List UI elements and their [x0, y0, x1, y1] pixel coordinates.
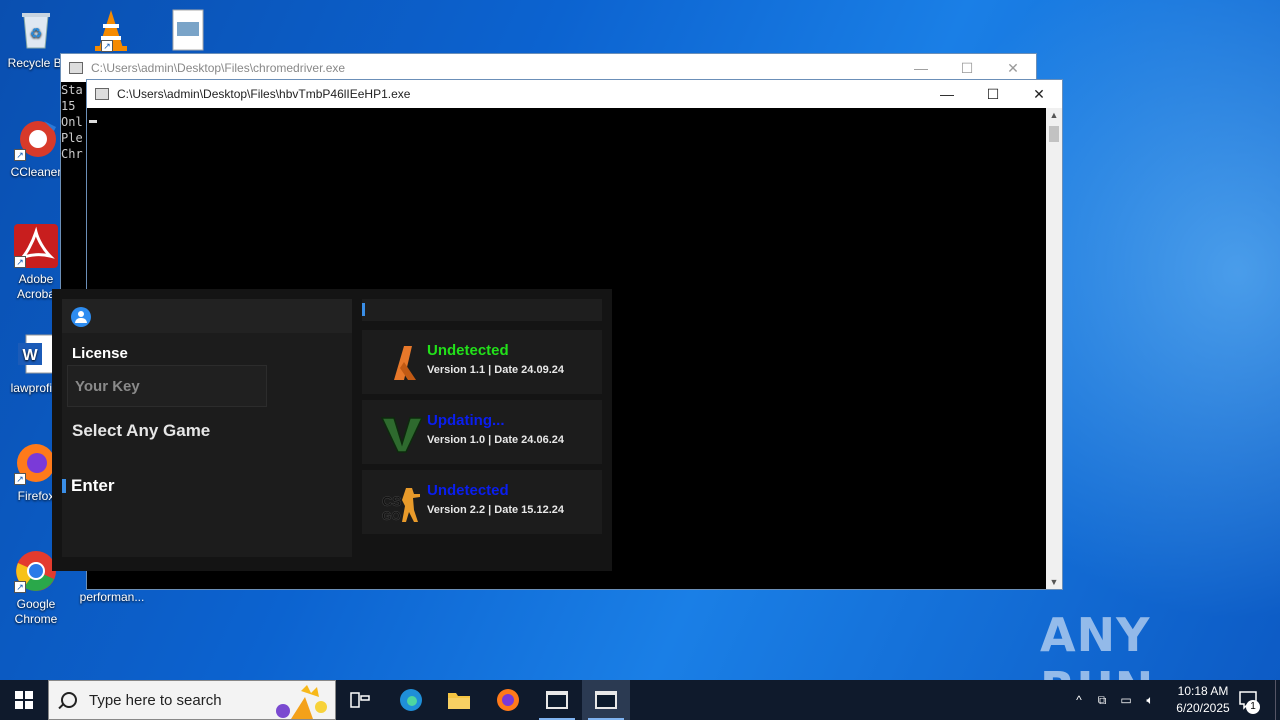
ccleaner-icon: ↗: [14, 117, 58, 161]
show-desktop-button[interactable]: [1275, 680, 1280, 720]
taskbar-console-1[interactable]: [533, 680, 581, 720]
game-card-gta-v[interactable]: Updating... Version 1.0 | Date 24.06.24: [362, 400, 602, 464]
search-icon: [61, 692, 77, 708]
shortcut-arrow-icon: ↗: [14, 473, 26, 485]
game-version: Version 1.0 | Date 24.06.24: [427, 434, 564, 446]
svg-text:CS: CS: [382, 493, 401, 509]
vertical-scrollbar[interactable]: ▲ ▼: [1046, 108, 1062, 589]
scroll-down-arrow-icon[interactable]: ▼: [1046, 575, 1062, 589]
system-tray: ^ ⧉ ▭ 🔈︎: [1068, 680, 1162, 720]
adobe-acrobat-icon: ↗: [14, 224, 58, 268]
maximize-button[interactable]: ☐: [944, 54, 990, 82]
recycle-bin-icon: ♻: [14, 8, 58, 52]
windows-logo-icon: [15, 691, 33, 709]
window-titlebar[interactable]: C:\Users\admin\Desktop\Files\chromedrive…: [61, 54, 1036, 82]
vlc-icon: ↗: [89, 8, 133, 52]
game-version: Version 1.1 | Date 24.09.24: [427, 364, 564, 376]
window-title: C:\Users\admin\Desktop\Files\hbvTmbP46lI…: [117, 87, 411, 101]
panel-header: [362, 299, 602, 321]
notification-center-button[interactable]: 1: [1228, 680, 1268, 720]
desktop-icon-label-line1: Google: [16, 597, 56, 611]
start-button[interactable]: [0, 680, 48, 720]
panel-header: [62, 299, 352, 333]
scrollbar-thumb[interactable]: [1049, 126, 1059, 142]
image-file-icon: [165, 8, 209, 52]
console-line: Onl: [61, 115, 83, 129]
enter-button[interactable]: Enter: [62, 475, 114, 497]
console-line: Sta: [61, 83, 83, 97]
console-line: Chr: [61, 147, 83, 161]
firefox-icon: [497, 689, 519, 711]
enter-button-label: Enter: [71, 476, 115, 495]
task-view-icon: [350, 692, 370, 708]
taskbar-file-explorer[interactable]: [435, 680, 483, 720]
shortcut-arrow-icon: ↗: [14, 581, 26, 593]
shortcut-arrow-icon: ↗: [101, 40, 113, 52]
svg-text:♻: ♻: [30, 25, 43, 41]
user-icon[interactable]: [71, 307, 91, 327]
taskbar-search-box[interactable]: Type here to search: [48, 680, 336, 720]
game-card-csgo[interactable]: CS GO Undetected Version 2.2 | Date 15.12…: [362, 470, 602, 534]
game-card-fortnite[interactable]: Undetected Version 1.1 | Date 24.09.24: [362, 330, 602, 394]
taskbar: Type here to search ^ ⧉ ▭ 🔈︎ 10:18 AM 6/…: [0, 680, 1280, 720]
console-output: Sta 15 Onl Ple Chr: [61, 82, 83, 162]
desktop-icon-performance[interactable]: performan...: [76, 590, 148, 605]
console-app-icon: [69, 62, 83, 74]
shortcut-arrow-icon: ↗: [14, 256, 26, 268]
license-key-input[interactable]: [67, 365, 267, 407]
fortnite-icon: [380, 340, 424, 384]
gta-v-icon: [380, 410, 424, 454]
console-line: 15: [61, 99, 76, 113]
accent-bar: [362, 303, 365, 316]
desktop-icon-vlc[interactable]: ↗: [76, 8, 146, 56]
maximize-button[interactable]: ☐: [970, 80, 1016, 108]
notification-badge: 1: [1246, 700, 1260, 714]
license-label: License: [72, 345, 128, 362]
desktop-icon-image-file[interactable]: [152, 8, 222, 56]
chevron-up-icon[interactable]: ^: [1068, 693, 1090, 707]
volume-icon[interactable]: 🔈︎: [1138, 693, 1162, 708]
console-line: Ple: [61, 131, 83, 145]
desktop-icon-label-line2: Chrome: [14, 612, 58, 626]
onedrive-icon[interactable]: ⧉: [1090, 693, 1114, 708]
network-icon[interactable]: ▭: [1114, 693, 1138, 707]
close-button[interactable]: ✕: [1016, 80, 1062, 108]
svg-text:W: W: [22, 347, 38, 364]
game-status: Updating...: [427, 412, 505, 429]
console-app-icon: [546, 691, 568, 709]
edge-icon: [400, 689, 422, 711]
game-status: Undetected: [427, 482, 509, 499]
scroll-up-arrow-icon[interactable]: ▲: [1046, 108, 1062, 122]
search-highlight-image: [261, 683, 331, 719]
minimize-button[interactable]: —: [898, 54, 944, 82]
game-version: Version 2.2 | Date 15.12.24: [427, 504, 564, 516]
license-panel: License Select Any Game Enter: [62, 299, 352, 557]
svg-text:GO: GO: [382, 509, 401, 523]
console-app-icon: [95, 88, 109, 100]
shortcut-arrow-icon: ↗: [14, 149, 26, 161]
console-app-icon: [595, 691, 617, 709]
loader-app-window: License Select Any Game Enter Undetected…: [52, 289, 612, 571]
window-title: C:\Users\admin\Desktop\Files\chromedrive…: [91, 61, 346, 75]
taskbar-edge[interactable]: [387, 680, 435, 720]
text-cursor: [89, 120, 97, 123]
search-placeholder: Type here to search: [89, 691, 222, 709]
desktop-icon-label: performan...: [79, 590, 145, 604]
select-game-label: Select Any Game: [72, 421, 211, 440]
taskbar-firefox[interactable]: [484, 680, 532, 720]
window-titlebar[interactable]: C:\Users\admin\Desktop\Files\hbvTmbP46lI…: [87, 80, 1062, 108]
minimize-button[interactable]: —: [924, 80, 970, 108]
csgo-icon: CS GO: [380, 480, 424, 524]
close-button[interactable]: ✕: [990, 54, 1036, 82]
task-view-button[interactable]: [336, 680, 384, 720]
folder-icon: [448, 693, 470, 709]
games-panel: Undetected Version 1.1 | Date 24.09.24 U…: [362, 299, 602, 557]
taskbar-console-2[interactable]: [582, 680, 630, 720]
accent-bar: [62, 479, 66, 493]
game-status: Undetected: [427, 342, 509, 359]
